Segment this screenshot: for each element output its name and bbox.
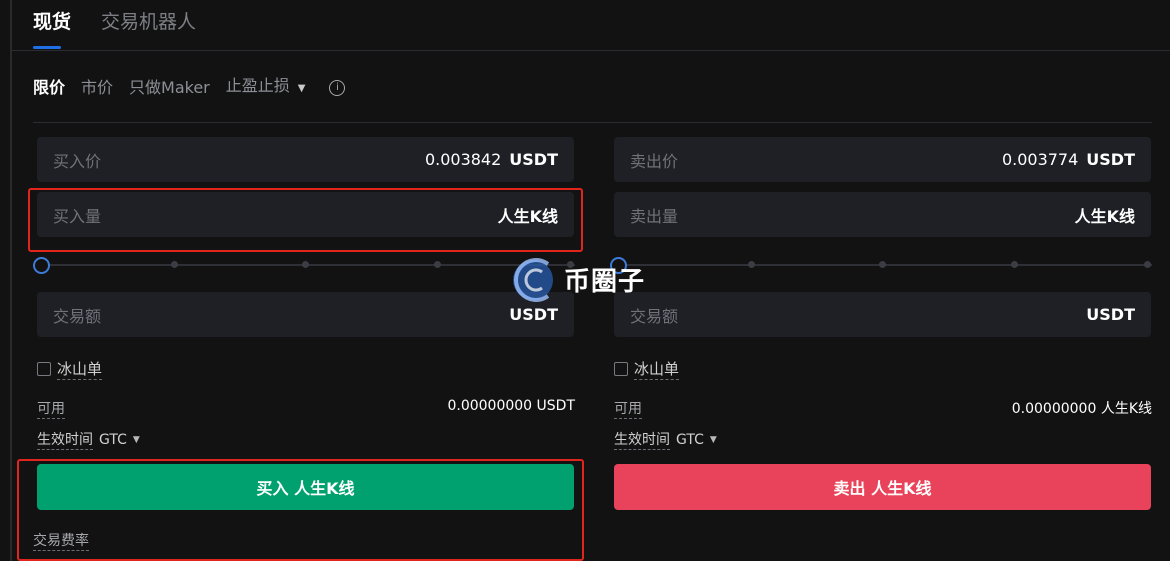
sell-amount-slider[interactable] xyxy=(610,255,1152,275)
slider-tick-100 xyxy=(567,261,574,268)
sell-available-label: 可用 xyxy=(614,398,642,419)
order-type-tp-sl-label: 止盈止损 xyxy=(225,76,290,95)
buy-time-in-force[interactable]: 生效时间 GTC ▼ xyxy=(37,429,140,450)
sell-available-value: 0.00000000 人生K线 xyxy=(1011,401,1152,417)
order-type-market[interactable]: 市价 xyxy=(81,76,113,100)
buy-price-field[interactable]: 买入价 0.003842 USDT xyxy=(37,137,574,182)
sell-tif-label: 生效时间 xyxy=(614,429,670,450)
caret-down-icon: ▼ xyxy=(709,434,717,445)
caret-down-icon: ▼ xyxy=(132,434,140,445)
top-tabs: 现货 交易机器人 xyxy=(33,0,196,50)
info-icon[interactable]: i xyxy=(329,79,346,96)
buy-available-row: 可用 0.00000000 USDT xyxy=(37,398,575,419)
slider-tick-25 xyxy=(171,261,178,268)
sell-amount-field[interactable]: 卖出量 人生K线 xyxy=(614,192,1151,237)
left-edge-divider xyxy=(10,0,12,561)
sell-iceberg-label: 冰山单 xyxy=(634,360,680,380)
order-type-divider xyxy=(33,122,1152,123)
buy-tif-label: 生效时间 xyxy=(37,429,93,450)
sell-tif-value: GTC xyxy=(676,431,704,448)
sell-total-label: 交易额 xyxy=(630,306,679,326)
trading-fee-link[interactable]: 交易费率 xyxy=(33,530,89,551)
sell-amount-label: 卖出量 xyxy=(630,206,679,226)
buy-amount-field[interactable]: 买入量 人生K线 xyxy=(37,192,574,237)
buy-price-label: 买入价 xyxy=(53,151,102,171)
sell-time-in-force[interactable]: 生效时间 GTC ▼ xyxy=(614,429,717,450)
buy-price-unit: USDT xyxy=(509,150,558,169)
buy-button[interactable]: 买入 人生K线 xyxy=(37,464,574,510)
slider-handle[interactable] xyxy=(610,257,627,274)
sell-price-value: 0.003774 xyxy=(1001,150,1079,169)
sell-price-unit: USDT xyxy=(1086,150,1135,169)
buy-tif-value: GTC xyxy=(99,431,127,448)
buy-amount-unit: 人生K线 xyxy=(497,206,558,226)
buy-available-value: 0.00000000 USDT xyxy=(447,398,575,414)
buy-price-value: 0.003842 xyxy=(424,150,502,169)
sell-amount-unit: 人生K线 xyxy=(1074,206,1135,226)
buy-amount-slider[interactable] xyxy=(33,255,575,275)
order-type-selector: 限价 市价 只做Maker 止盈止损 ▼ i xyxy=(33,74,346,101)
sell-price-field[interactable]: 卖出价 0.003774 USDT xyxy=(614,137,1151,182)
slider-tick-25 xyxy=(748,261,755,268)
order-type-maker-only[interactable]: 只做Maker xyxy=(129,76,210,100)
slider-tick-50 xyxy=(302,261,309,268)
buy-total-field[interactable]: 交易额 USDT xyxy=(37,292,574,337)
order-type-limit[interactable]: 限价 xyxy=(33,76,65,100)
slider-track xyxy=(622,264,1152,266)
buy-available-label: 可用 xyxy=(37,398,65,419)
slider-track xyxy=(45,264,575,266)
slider-handle[interactable] xyxy=(33,257,50,274)
sell-iceberg-checkbox[interactable]: 冰山单 xyxy=(614,358,680,380)
order-type-tp-sl[interactable]: 止盈止损 ▼ xyxy=(226,74,306,101)
checkbox-icon xyxy=(614,362,628,376)
slider-tick-50 xyxy=(879,261,886,268)
sell-button[interactable]: 卖出 人生K线 xyxy=(614,464,1151,510)
slider-tick-75 xyxy=(1011,261,1018,268)
tabs-divider xyxy=(12,50,1170,51)
tab-spot[interactable]: 现货 xyxy=(33,0,71,50)
slider-tick-100 xyxy=(1144,261,1151,268)
buy-iceberg-label: 冰山单 xyxy=(57,360,103,380)
tab-trading-bot[interactable]: 交易机器人 xyxy=(101,0,196,50)
sell-total-unit: USDT xyxy=(1086,305,1135,324)
buy-total-unit: USDT xyxy=(509,305,558,324)
buy-amount-label: 买入量 xyxy=(53,206,102,226)
checkbox-icon xyxy=(37,362,51,376)
sell-available-row: 可用 0.00000000 人生K线 xyxy=(614,398,1152,419)
slider-tick-75 xyxy=(434,261,441,268)
sell-total-field[interactable]: 交易额 USDT xyxy=(614,292,1151,337)
sell-price-label: 卖出价 xyxy=(630,151,679,171)
caret-down-icon: ▼ xyxy=(297,83,306,94)
buy-total-label: 交易额 xyxy=(53,306,102,326)
buy-iceberg-checkbox[interactable]: 冰山单 xyxy=(37,358,103,380)
